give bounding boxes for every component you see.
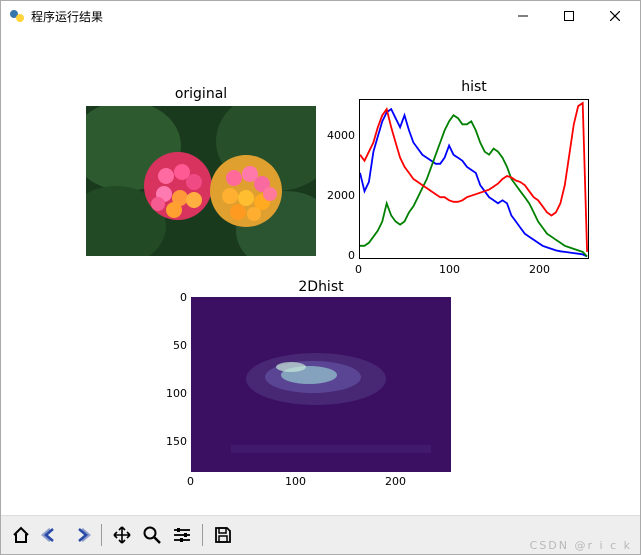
h2d-ytick-1: 50 bbox=[157, 339, 187, 352]
hist-xtick-2: 200 bbox=[529, 263, 550, 276]
subplot-title-2dhist: 2Dhist bbox=[191, 279, 451, 295]
h2d-xtick-1: 100 bbox=[285, 475, 306, 488]
toolbar-separator bbox=[202, 524, 203, 546]
hist-ytick-0: 0 bbox=[319, 249, 355, 262]
close-button[interactable] bbox=[592, 1, 638, 31]
app-window: 程序运行结果 original bbox=[0, 0, 641, 555]
hist-ytick-1: 2000 bbox=[319, 189, 355, 202]
hist2d-axes bbox=[191, 297, 451, 472]
h2d-ytick-3: 150 bbox=[157, 435, 187, 448]
home-button[interactable] bbox=[7, 521, 35, 549]
h2d-xtick-0: 0 bbox=[187, 475, 194, 488]
window-title: 程序运行结果 bbox=[31, 8, 103, 25]
hist-axes bbox=[359, 99, 589, 259]
subplot-title-original: original bbox=[86, 86, 316, 102]
app-icon bbox=[9, 8, 25, 24]
configure-button[interactable] bbox=[168, 521, 196, 549]
hist-xtick-0: 0 bbox=[355, 263, 362, 276]
hist-xtick-1: 100 bbox=[439, 263, 460, 276]
forward-button[interactable] bbox=[67, 521, 95, 549]
h2d-ytick-0: 0 bbox=[157, 291, 187, 304]
watermark: CSDN @r i c k bbox=[530, 539, 632, 552]
titlebar: 程序运行结果 bbox=[1, 1, 640, 31]
hist-plot bbox=[360, 100, 588, 258]
hist-series-blue bbox=[360, 109, 587, 256]
zoom-button[interactable] bbox=[138, 521, 166, 549]
figure-canvas: original bbox=[1, 31, 640, 515]
h2d-ytick-2: 100 bbox=[157, 387, 187, 400]
original-image bbox=[86, 106, 316, 256]
pan-button[interactable] bbox=[108, 521, 136, 549]
subplot-title-hist: hist bbox=[359, 79, 589, 95]
mpl-toolbar: CSDN @r i c k bbox=[1, 515, 640, 554]
toolbar-separator bbox=[101, 524, 102, 546]
hist2d-heatmap bbox=[191, 297, 451, 472]
back-button[interactable] bbox=[37, 521, 65, 549]
h2d-xtick-2: 200 bbox=[385, 475, 406, 488]
save-button[interactable] bbox=[209, 521, 237, 549]
minimize-button[interactable] bbox=[500, 1, 546, 31]
hist-ytick-2: 4000 bbox=[319, 129, 355, 142]
maximize-button[interactable] bbox=[546, 1, 592, 31]
